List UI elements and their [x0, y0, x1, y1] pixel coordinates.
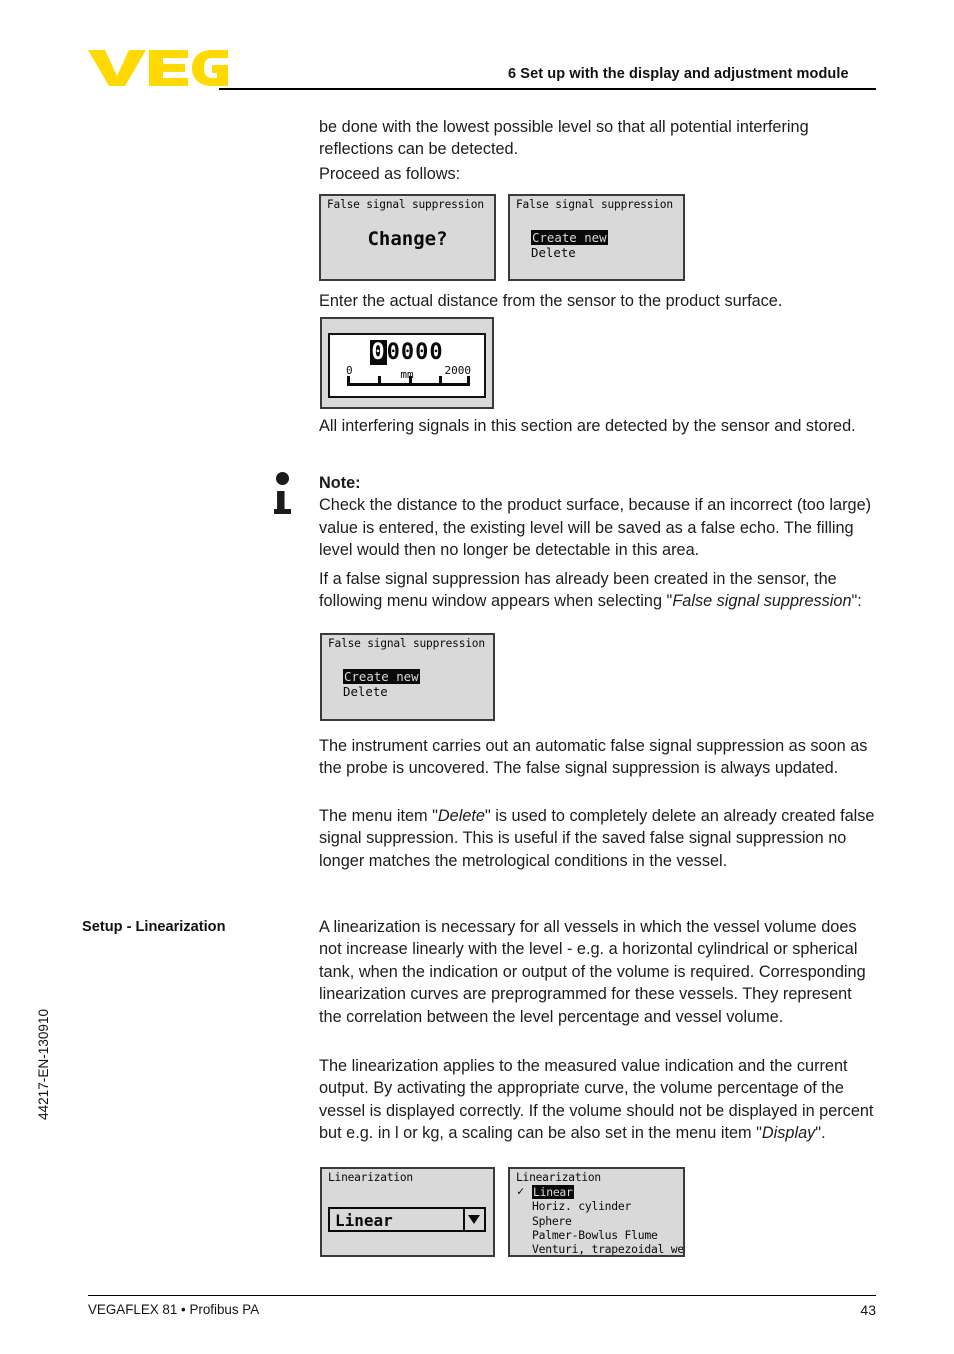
lcd-numeric-panel: 00000 mm 0 2000 — [328, 333, 486, 398]
linearization-option-sphere[interactable]: Sphere — [516, 1214, 683, 1228]
document-page: 6 Set up with the display and adjustment… — [0, 0, 954, 1354]
lcd-change-prompt: Change? — [367, 228, 448, 250]
linearization-select[interactable]: Linear — [328, 1207, 486, 1232]
vega-logo — [88, 50, 228, 86]
info-icon — [274, 472, 298, 524]
check-icon: ✓ — [517, 1184, 524, 1198]
lcd-menu-item-delete[interactable]: Delete — [531, 245, 608, 260]
lcd-title: False signal suppression — [516, 198, 673, 211]
lcd-menu-item-create-new[interactable]: Create new — [343, 669, 420, 684]
lcd-menu-list: Create new Delete — [531, 230, 608, 260]
paragraph-all-signals: All interfering signals in this section … — [319, 417, 856, 435]
paragraph-already-created: If a false signal suppression has alread… — [319, 568, 877, 613]
text-segment: The menu item " — [319, 807, 438, 825]
display-distance-entry: 00000 mm 0 2000 — [320, 317, 494, 409]
paragraph-linearization-2: The linearization applies to the measure… — [319, 1055, 877, 1145]
display-linearization-list: Linearization ✓ Linear Horiz. cylinder Sp… — [508, 1167, 685, 1257]
linearization-option-venturi-trapezoidal-weir[interactable]: Venturi, trapezoidal weir — [516, 1242, 683, 1255]
linearization-option-horiz-cylinder[interactable]: Horiz. cylinder — [516, 1199, 683, 1213]
linearization-option-linear[interactable]: ✓ Linear — [516, 1184, 683, 1199]
section-heading-setup-linearization: Setup - Linearization — [82, 919, 226, 935]
lcd-title: False signal suppression — [328, 637, 485, 650]
paragraph-linearization-1: A linearization is necessary for all ves… — [319, 918, 866, 1026]
lcd-digits-rest: 0000 — [386, 340, 444, 365]
lcd-scale-axis — [347, 376, 470, 386]
chapter-title: 6 Set up with the display and adjustment… — [508, 66, 849, 82]
paragraph-intro: be done with the lowest possible level s… — [319, 118, 809, 159]
lcd-digit-cursor[interactable]: 0 — [370, 340, 387, 365]
document-id: 44217-EN-130910 — [36, 1008, 51, 1120]
page-number: 43 — [860, 1302, 876, 1318]
lcd-menu-item-create-new[interactable]: Create new — [531, 230, 608, 245]
header-divider — [219, 88, 876, 90]
display-false-signal-suppression-menu-second: False signal suppression Create new Dele… — [320, 633, 495, 721]
display-linearization-combo: Linearization Linear — [320, 1167, 495, 1257]
lcd-scale: 0 2000 — [346, 364, 471, 390]
lcd-menu-list: Create new Delete — [343, 669, 420, 699]
linearization-option-palmer-bowlus-flume[interactable]: Palmer-Bowlus Flume — [516, 1228, 683, 1242]
footer-divider — [88, 1295, 876, 1296]
linearization-option-list: ✓ Linear Horiz. cylinder Sphere Palmer-Bo… — [516, 1184, 685, 1257]
text-emphasis: Delete — [437, 807, 485, 825]
paragraph-enter-distance: Enter the actual distance from the senso… — [319, 292, 783, 310]
lcd-title: Linearization — [328, 1171, 413, 1184]
text-emphasis: False signal suppression — [672, 592, 852, 611]
text-segment: ". — [815, 1124, 826, 1143]
text-emphasis: Display — [761, 1124, 816, 1143]
paragraph-note-body: Check the distance to the product surfac… — [319, 496, 872, 560]
linearization-selected-value: Linear — [335, 1211, 393, 1230]
display-false-signal-suppression-change: False signal suppression Change? — [319, 194, 496, 281]
lcd-title: False signal suppression — [327, 198, 484, 211]
paragraph-delete-item: The menu item "Delete" is used to comple… — [319, 805, 877, 872]
lcd-digit-field[interactable]: 00000 — [330, 340, 484, 365]
paragraph-proceed: Proceed as follows: — [319, 165, 461, 183]
display-false-signal-suppression-menu-top: False signal suppression Create new Dele… — [508, 194, 685, 281]
chevron-down-icon[interactable] — [463, 1209, 484, 1230]
paragraph-automatic-fss: The instrument carries out an automatic … — [319, 737, 868, 778]
footer-product-label: VEGAFLEX 81 • Profibus PA — [88, 1302, 260, 1317]
scroll-down-icon[interactable]: ▼ — [516, 1256, 685, 1257]
note-heading: Note: — [319, 474, 361, 492]
lcd-menu-item-delete[interactable]: Delete — [343, 684, 420, 699]
text-segment: ": — [851, 592, 862, 611]
lcd-title: Linearization — [516, 1171, 601, 1184]
